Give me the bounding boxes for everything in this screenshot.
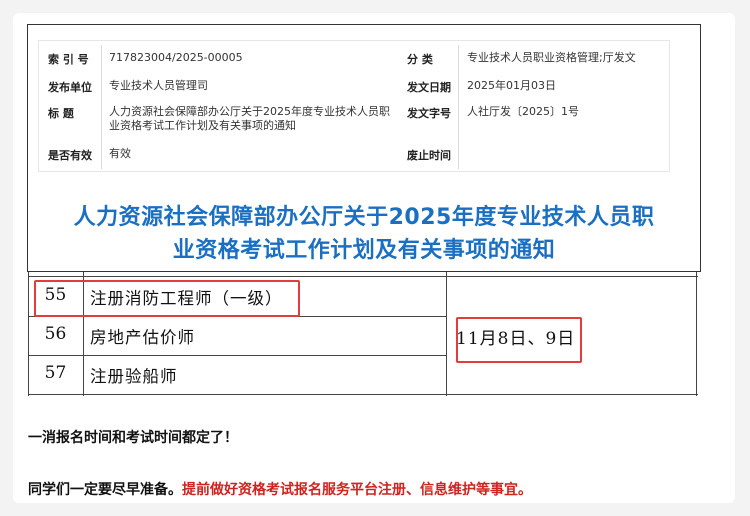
docno-value: 人社厅发〔2025〕1号 bbox=[467, 105, 579, 118]
document-info-panel: 索 引 号 717823004/2025-00005 分 类 专业技术人员职业资… bbox=[27, 24, 701, 272]
exam-schedule-table: 55 注册消防工程师（一级） 56 房地产估价师 57 注册验船师 11月8日、… bbox=[28, 270, 698, 396]
index-label: 索 引 号 bbox=[48, 53, 89, 66]
title-value: 人力资源社会保障部办公厅关于2025年度专业技术人员职业资格考试工作计划及有关事… bbox=[109, 105, 390, 132]
title-label: 标 题 bbox=[48, 107, 74, 120]
repeal-label: 废止时间 bbox=[407, 149, 451, 162]
exam-name: 房地产估价师 bbox=[90, 328, 195, 347]
date-value: 2025年01月03日 bbox=[467, 79, 556, 92]
date-label: 发文日期 bbox=[407, 81, 451, 94]
valid-label: 是否有效 bbox=[48, 149, 92, 162]
reminder-text: 同学们一定要尽早准备。提前做好资格考试报名服务平台注册、信息维护等事宜。 bbox=[28, 479, 532, 499]
reminder-red-text: 提前做好资格考试报名服务平台注册、信息维护等事宜。 bbox=[182, 482, 532, 498]
highlight-box-exam bbox=[34, 280, 300, 317]
issuer-value: 专业技术人员管理司 bbox=[109, 79, 208, 92]
docno-label: 发文字号 bbox=[407, 107, 451, 120]
index-value: 717823004/2025-00005 bbox=[109, 51, 243, 64]
announcement-text: 一消报名时间和考试时间都定了！ bbox=[28, 430, 238, 446]
row-number: 57 bbox=[44, 363, 67, 383]
reminder-black-text: 同学们一定要尽早准备。 bbox=[28, 482, 182, 498]
headline-line-1: 人力资源社会保障部办公厅关于2025年度专业技术人员职 bbox=[73, 205, 655, 230]
category-label: 分 类 bbox=[407, 53, 433, 66]
headline-line-2: 业资格考试工作计划及有关事项的通知 bbox=[172, 238, 556, 263]
valid-value: 有效 bbox=[109, 147, 131, 160]
document-headline: 人力资源社会保障部办公厅关于2025年度专业技术人员职 业资格考试工作计划及有关… bbox=[28, 201, 700, 267]
issuer-label: 发布单位 bbox=[48, 81, 92, 94]
exam-name: 注册验船师 bbox=[90, 367, 178, 386]
row-number: 56 bbox=[44, 324, 67, 344]
highlight-box-date bbox=[456, 317, 582, 363]
category-value: 专业技术人员职业资格管理;厅发文 bbox=[467, 51, 636, 64]
metadata-table: 索 引 号 717823004/2025-00005 分 类 专业技术人员职业资… bbox=[38, 40, 670, 172]
